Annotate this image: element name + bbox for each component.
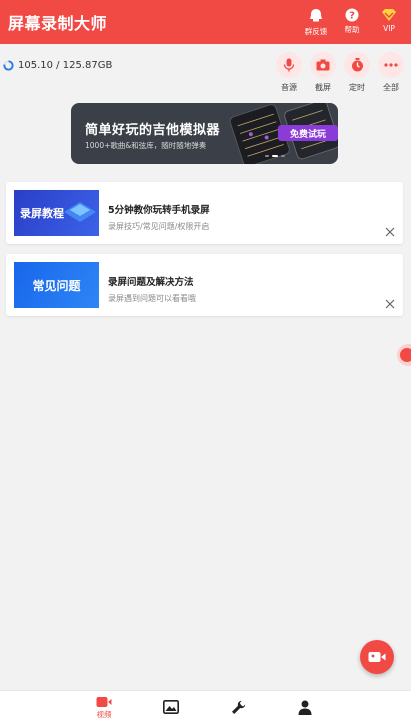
nav-images[interactable]: [156, 700, 186, 714]
tutorial-card-title: 5分钟教你玩转手机录屏: [108, 205, 210, 216]
nav-video-label: 视频: [96, 710, 112, 719]
help-button[interactable]: ? 帮助: [332, 8, 372, 38]
svg-text:?: ?: [349, 11, 355, 22]
bottom-nav: 视频: [0, 690, 411, 720]
record-fab-button[interactable]: [360, 640, 394, 674]
app-header: 屏幕录制大师 群反馈 ? 帮助 VIP: [0, 0, 411, 44]
audio-source-label: 音源: [281, 83, 297, 92]
close-icon[interactable]: [385, 299, 395, 309]
microphone-icon: [283, 58, 295, 72]
tutorial-card-subtitle: 录屏技巧/常见问题/权限开启: [108, 222, 210, 231]
timer-icon: [351, 58, 363, 72]
faq-thumbnail: 常见问题: [14, 262, 99, 308]
video-icon: [96, 697, 112, 707]
tutorial-thumb-text: 录屏教程: [20, 207, 64, 220]
storage-ring-icon: [3, 59, 14, 71]
feedback-label: 群反馈: [304, 27, 328, 36]
floating-record-tab[interactable]: [397, 344, 411, 366]
feedback-button[interactable]: 群反馈: [296, 8, 336, 38]
all-tools-button[interactable]: 全部: [377, 52, 405, 93]
timer-button[interactable]: 定时: [343, 52, 371, 93]
more-icon: [384, 63, 398, 67]
audio-source-button[interactable]: 音源: [275, 52, 303, 93]
banner-dot: [281, 155, 285, 157]
all-tools-label: 全部: [383, 83, 399, 92]
image-icon: [163, 700, 179, 714]
help-label: 帮助: [344, 25, 360, 34]
faq-thumb-text: 常见问题: [32, 278, 81, 293]
banner-dot-active: [272, 155, 278, 157]
faq-card-subtitle: 录屏遇到问题可以看看哦: [108, 294, 196, 303]
banner-page-indicator: [265, 155, 285, 157]
tutorial-thumbnail: 录屏教程: [14, 190, 99, 236]
app-title: 屏幕录制大师: [8, 14, 108, 33]
screenshot-label: 截屏: [315, 83, 331, 92]
video-camera-icon: [368, 652, 386, 662]
banner-subtitle: 1000+歌曲&和弦库，随时随地弹奏: [85, 141, 207, 150]
banner-dot: [265, 155, 269, 157]
banner-try-button[interactable]: 免费试玩: [278, 125, 338, 141]
nav-tools[interactable]: [223, 700, 253, 715]
floating-record-icon: [400, 348, 411, 362]
timer-label: 定时: [349, 83, 365, 92]
storage-indicator: 105.10 / 125.87GB: [3, 58, 112, 72]
storage-text: 105.10 / 125.87GB: [18, 59, 113, 71]
faq-card[interactable]: 常见问题 录屏问题及解决方法 录屏遇到问题可以看看哦: [6, 254, 403, 316]
banner-title: 简单好玩的吉他模拟器: [85, 123, 221, 138]
nav-video[interactable]: 视频: [89, 696, 119, 720]
vip-button[interactable]: VIP: [369, 8, 409, 38]
help-icon: ?: [345, 8, 359, 22]
nav-profile[interactable]: [290, 700, 320, 715]
vip-diamond-icon: [382, 9, 396, 21]
faq-card-title: 录屏问题及解决方法: [108, 277, 194, 288]
close-icon[interactable]: [385, 227, 395, 237]
camera-icon: [316, 59, 330, 71]
wrench-icon: [231, 700, 245, 714]
screenshot-button[interactable]: 截屏: [309, 52, 337, 93]
vip-label: VIP: [383, 24, 395, 33]
promo-banner[interactable]: 简单好玩的吉他模拟器 1000+歌曲&和弦库，随时随地弹奏 免费试玩: [71, 103, 338, 164]
feedback-icon: [310, 9, 322, 22]
person-icon: [298, 700, 312, 715]
tutorial-card[interactable]: 录屏教程 5分钟教你玩转手机录屏 录屏技巧/常见问题/权限开启: [6, 182, 403, 244]
